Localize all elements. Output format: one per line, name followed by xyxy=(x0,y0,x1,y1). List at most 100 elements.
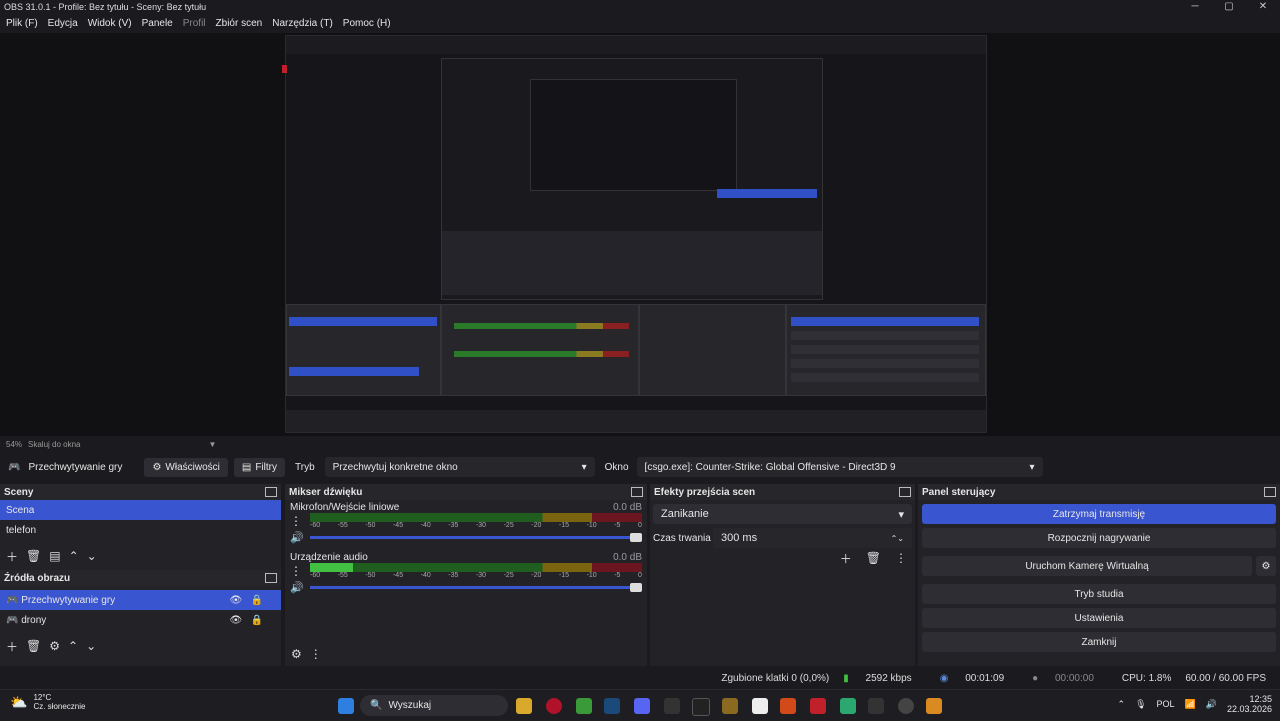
mode-select[interactable]: Przechwytuj konkretne okno ▾ xyxy=(324,457,595,477)
scale-dropdown-icon[interactable]: ▼ xyxy=(209,440,217,449)
volume-slider[interactable] xyxy=(309,533,642,542)
menu-docks[interactable]: Panele xyxy=(142,18,173,29)
stop-streaming-button[interactable]: Zatrzymaj transmisję xyxy=(922,504,1276,524)
gear-icon[interactable]: ⚙ xyxy=(291,647,302,661)
epic-games-icon[interactable] xyxy=(692,698,710,716)
weather-widget[interactable]: ⛅ 12°C Cz. słonecznie xyxy=(10,693,85,711)
gear-icon: ⚙ xyxy=(152,461,162,473)
filter-icon[interactable]: ▤ xyxy=(49,549,60,563)
popout-icon[interactable] xyxy=(265,487,277,497)
close-button[interactable]: ✕ xyxy=(1246,0,1280,14)
transition-select[interactable]: Zanikanie ▾ xyxy=(653,504,912,524)
chevron-up-icon[interactable]: ⌃ xyxy=(1118,699,1126,710)
sources-header: Źródła obrazu xyxy=(0,570,281,586)
chevron-down-icon[interactable]: ⌄ xyxy=(87,549,97,563)
app-icon[interactable] xyxy=(868,698,884,714)
system-tray: ⌃ 🎙 POL 📶 🔊 12:35 22.03.2026 xyxy=(1118,694,1272,714)
menu-file[interactable]: Plik (F) xyxy=(6,18,38,29)
chevron-up-icon[interactable]: ⌃ xyxy=(69,549,79,563)
kebab-menu-icon[interactable]: ⋮ xyxy=(290,564,304,578)
wifi-icon[interactable]: 📶 xyxy=(1185,699,1196,710)
source-toolbar: 🎮 Przechwytywanie gry ⚙ Właściwości ▤ Filt… xyxy=(0,454,1280,480)
scale-mode[interactable]: Skaluj do okna xyxy=(28,440,80,449)
add-icon[interactable]: ＋ xyxy=(6,548,18,565)
taskbar-search[interactable]: 🔍 Wyszukaj xyxy=(360,695,508,716)
add-icon[interactable]: ＋ xyxy=(840,550,852,567)
microphone-icon[interactable]: 🎙 xyxy=(1135,699,1146,710)
start-virtual-camera-button[interactable]: Uruchom Kamerę Wirtualną xyxy=(922,556,1252,576)
popout-icon[interactable] xyxy=(631,487,643,497)
eye-icon[interactable]: 👁 xyxy=(230,595,243,606)
kebab-menu-icon[interactable]: ⋮ xyxy=(290,514,304,528)
menu-help[interactable]: Pomoc (H) xyxy=(343,18,391,29)
chevron-down-icon[interactable]: ⌄ xyxy=(86,639,96,653)
record-time: ● 00:00:00 xyxy=(1032,672,1094,684)
popout-icon[interactable] xyxy=(265,573,277,583)
duration-spinbox[interactable]: 300 ms ⌃⌄ xyxy=(713,528,912,548)
menu-view[interactable]: Widok (V) xyxy=(88,18,132,29)
add-icon[interactable]: ＋ xyxy=(6,638,18,655)
eye-icon[interactable]: 👁 xyxy=(230,615,243,626)
scene-item[interactable]: telefon xyxy=(0,520,281,540)
window-label: Okno xyxy=(604,461,629,473)
nested-taskbar xyxy=(286,410,986,432)
lock-icon[interactable]: 🔒 xyxy=(251,615,263,626)
gear-icon[interactable]: ⚙ xyxy=(49,639,60,653)
source-item[interactable]: 🎮 Przechwytywanie gry 👁 🔒 xyxy=(0,590,281,610)
app-icon[interactable] xyxy=(722,698,738,714)
zoom-level: 54% xyxy=(6,439,23,449)
chevron-up-icon[interactable]: ⌃ xyxy=(68,639,78,653)
menu-scene-collection[interactable]: Zbiór scen xyxy=(216,18,263,29)
preview-area[interactable] xyxy=(0,33,1280,436)
kebab-menu-icon[interactable]: ⋮ xyxy=(310,647,322,661)
popout-icon[interactable] xyxy=(1264,487,1276,497)
source-item[interactable]: 🎮 drony 👁 🔒 xyxy=(0,610,281,630)
exit-button[interactable]: Zamknij xyxy=(922,632,1276,652)
filters-button[interactable]: ▤ Filtry xyxy=(233,457,285,477)
menu-edit[interactable]: Edycja xyxy=(48,18,78,29)
obs-icon[interactable] xyxy=(898,698,914,714)
mixer-header: Mikser dźwięku xyxy=(285,484,647,500)
trash-icon[interactable]: 🗑 xyxy=(26,639,41,653)
opera-icon[interactable] xyxy=(546,698,562,714)
transitions-toolbar: ＋ 🗑 ⋮ xyxy=(650,548,915,568)
app-icon[interactable] xyxy=(840,698,856,714)
preview-canvas[interactable] xyxy=(285,35,987,433)
notepad-icon[interactable] xyxy=(752,698,768,714)
file-explorer-icon[interactable] xyxy=(516,698,532,714)
menu-profile[interactable]: Profil xyxy=(183,18,206,29)
csgo-icon[interactable] xyxy=(926,698,942,714)
mixer-channel: Urządzenie audio 0.0 dB ⋮ -60 -55 -50 -45 -4… xyxy=(285,550,647,596)
discord-icon[interactable] xyxy=(634,698,650,714)
kebab-menu-icon[interactable]: ⋮ xyxy=(895,551,907,565)
speaker-icon[interactable]: 🔊 xyxy=(290,581,304,594)
properties-button[interactable]: ⚙ Właściwości xyxy=(144,457,228,477)
volume-slider[interactable] xyxy=(309,583,642,592)
trash-icon[interactable]: 🗑 xyxy=(866,551,881,565)
settings-button[interactable]: Ustawienia xyxy=(922,608,1276,628)
stream-icon: ◉ xyxy=(939,672,949,684)
menu-tools[interactable]: Narzędzia (T) xyxy=(272,18,333,29)
source-label: drony xyxy=(21,614,47,626)
shield-icon[interactable] xyxy=(810,698,826,714)
trash-icon[interactable]: 🗑 xyxy=(26,549,41,563)
minimize-button[interactable]: ─ xyxy=(1178,0,1212,14)
minecraft-icon[interactable] xyxy=(576,698,592,714)
popout-icon[interactable] xyxy=(899,487,911,497)
chevron-down-icon: ▾ xyxy=(1029,461,1035,473)
gear-icon[interactable]: ⚙ xyxy=(1256,556,1276,576)
scene-item[interactable]: Scena xyxy=(0,500,281,520)
start-recording-button[interactable]: Rozpocznij nagrywanie xyxy=(922,528,1276,548)
window-select[interactable]: [csgo.exe]: Counter-Strike: Global Offen… xyxy=(636,457,1043,477)
app-icon[interactable] xyxy=(664,698,680,714)
app-icon[interactable] xyxy=(780,698,796,714)
maximize-button[interactable]: ▢ xyxy=(1212,0,1246,14)
volume-icon[interactable]: 🔊 xyxy=(1206,699,1217,710)
windows-start-icon[interactable] xyxy=(338,698,354,714)
speaker-icon[interactable]: 🔊 xyxy=(290,531,304,544)
steam-icon[interactable] xyxy=(604,698,620,714)
lock-icon[interactable]: 🔒 xyxy=(251,595,263,606)
studio-mode-button[interactable]: Tryb studia xyxy=(922,584,1276,604)
clock[interactable]: 12:35 22.03.2026 xyxy=(1227,694,1272,714)
lang-indicator[interactable]: POL xyxy=(1157,699,1175,709)
